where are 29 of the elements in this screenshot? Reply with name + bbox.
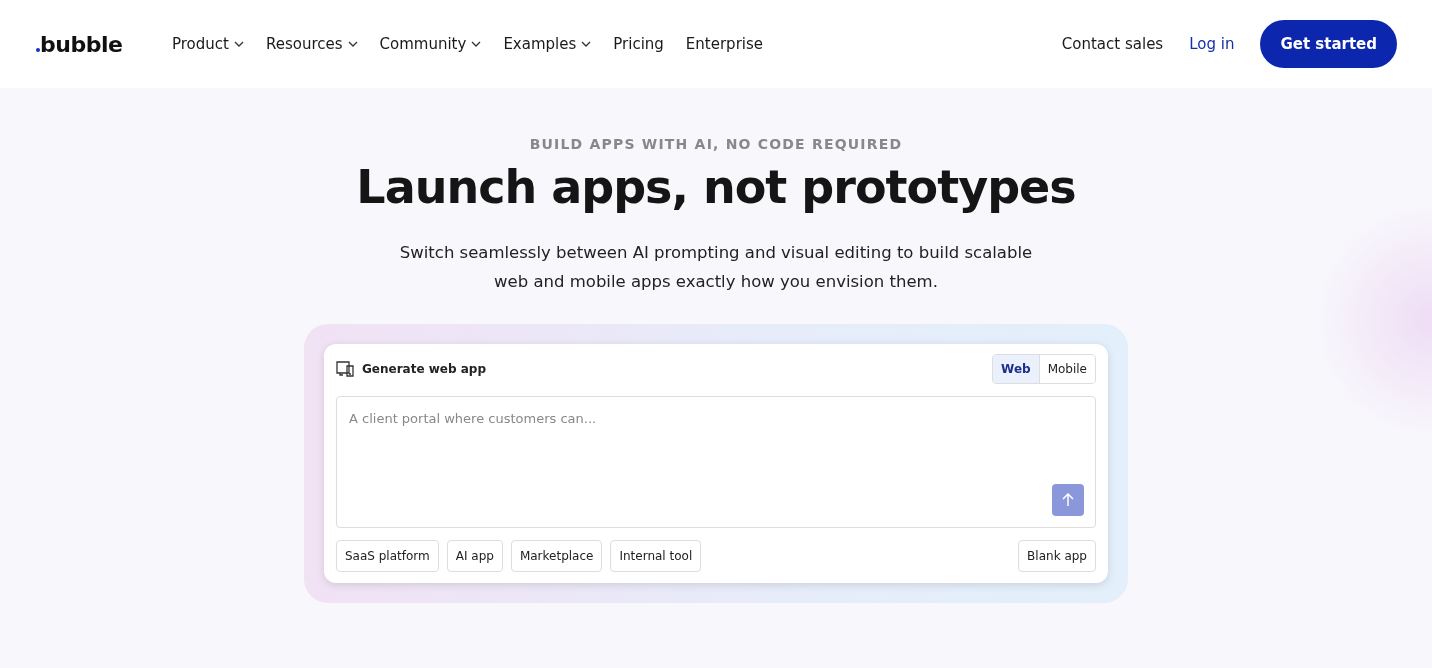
nav-link[interactable]: Product [172, 35, 244, 53]
nav-link[interactable]: Pricing [613, 35, 664, 53]
template-chip[interactable]: Marketplace [510, 540, 603, 572]
chevron-down-icon [233, 41, 244, 47]
logo-dot-icon [36, 47, 40, 52]
template-chip[interactable]: SaaS platform [336, 540, 439, 572]
generator-label: Generate web app [362, 362, 486, 376]
nav-link[interactable]: Examples [503, 35, 592, 53]
eyebrow-text: BUILD APPS WITH AI, NO CODE REQUIRED [529, 136, 903, 152]
devices-icon [336, 361, 354, 377]
logo[interactable]: bubble [40, 31, 123, 57]
chevron-down-icon [347, 41, 358, 47]
contact-sales-link[interactable]: Contact sales [1061, 35, 1164, 53]
prompt-field[interactable]: A client portal where customers can... [336, 396, 1096, 528]
platform-tab[interactable]: Web [993, 355, 1039, 383]
nav-link[interactable]: Enterprise [685, 35, 763, 53]
login-link[interactable]: Log in [1189, 35, 1235, 53]
template-chip[interactable]: AI app [446, 540, 503, 572]
get-started-button[interactable]: Get started [1260, 20, 1397, 68]
hero-title: Launch apps, not prototypes [356, 160, 1076, 214]
nav-link[interactable]: Resources [265, 35, 358, 53]
nav-link[interactable]: Community [379, 35, 482, 53]
platform-tab[interactable]: Mobile [1038, 355, 1095, 383]
template-chip[interactable]: Internal tool [610, 540, 702, 572]
arrow-up-icon [1062, 493, 1074, 507]
hero-subtitle: Switch seamlessly between AI prompting and visual editing to build scalable web and mobile apps exactly how you envision them. [398, 242, 1034, 293]
chevron-down-icon [581, 41, 592, 47]
blank-app-button[interactable]: Blank app [1018, 540, 1096, 572]
chevron-down-icon [471, 41, 482, 47]
